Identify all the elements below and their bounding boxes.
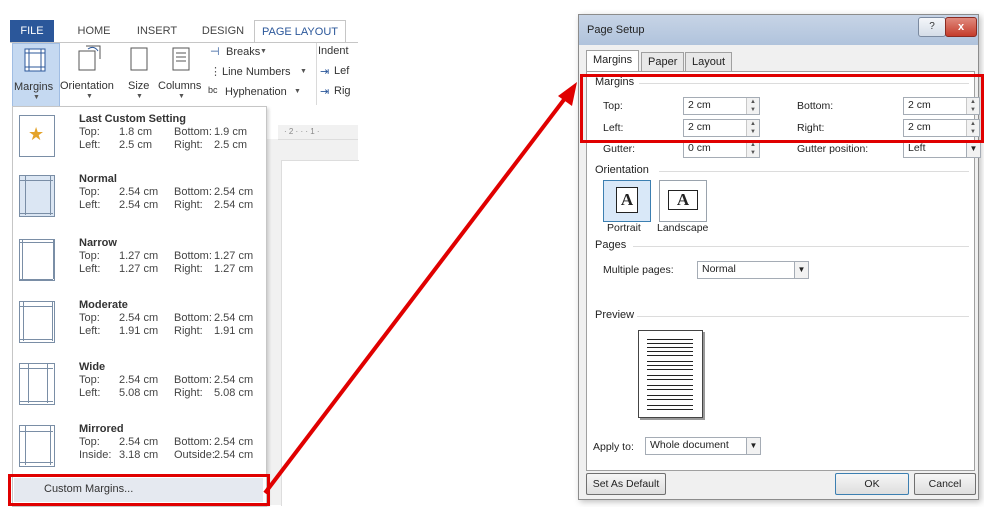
- margins-fields-highlight: [580, 74, 984, 143]
- gutter-position-label: Gutter position:: [797, 143, 869, 155]
- landscape-button[interactable]: A: [659, 180, 707, 222]
- multiple-pages-label: Multiple pages:: [603, 264, 674, 276]
- apply-to-select[interactable]: Whole document ▼: [645, 437, 761, 455]
- section-divider: [633, 246, 969, 247]
- pages-section-heading: Pages: [595, 239, 627, 251]
- chevron-down-icon[interactable]: ▼: [794, 262, 808, 278]
- tab-paper[interactable]: Paper: [641, 52, 685, 72]
- cancel-button[interactable]: Cancel: [914, 473, 976, 495]
- portrait-button[interactable]: A: [603, 180, 651, 222]
- multiple-pages-select[interactable]: Normal ▼: [697, 261, 809, 279]
- tab-margins[interactable]: Margins: [586, 50, 640, 73]
- tab-layout[interactable]: Layout: [685, 52, 733, 72]
- orientation-section-heading: Orientation: [595, 164, 649, 176]
- portrait-label: Portrait: [607, 222, 641, 234]
- page-preview: [638, 330, 703, 418]
- landscape-icon: A: [668, 190, 698, 210]
- gutter-label: Gutter:: [603, 143, 636, 155]
- landscape-label: Landscape: [657, 222, 709, 234]
- set-as-default-button[interactable]: Set As Default: [586, 473, 666, 495]
- close-button[interactable]: x: [945, 17, 977, 37]
- dialog-title: Page Setup: [587, 24, 645, 36]
- preview-section-heading: Preview: [595, 309, 635, 321]
- ok-button[interactable]: OK: [835, 473, 909, 495]
- section-divider: [637, 316, 969, 317]
- portrait-icon: A: [616, 187, 638, 213]
- help-button[interactable]: ?: [918, 17, 946, 37]
- apply-to-label: Apply to:: [593, 441, 634, 453]
- dialog-titlebar: Page Setup ? x: [579, 15, 978, 45]
- chevron-down-icon[interactable]: ▼: [966, 141, 980, 157]
- chevron-down-icon[interactable]: ▼: [746, 438, 760, 454]
- section-divider: [659, 171, 969, 172]
- spinner-arrows-icon[interactable]: ▲ ▼: [746, 141, 759, 157]
